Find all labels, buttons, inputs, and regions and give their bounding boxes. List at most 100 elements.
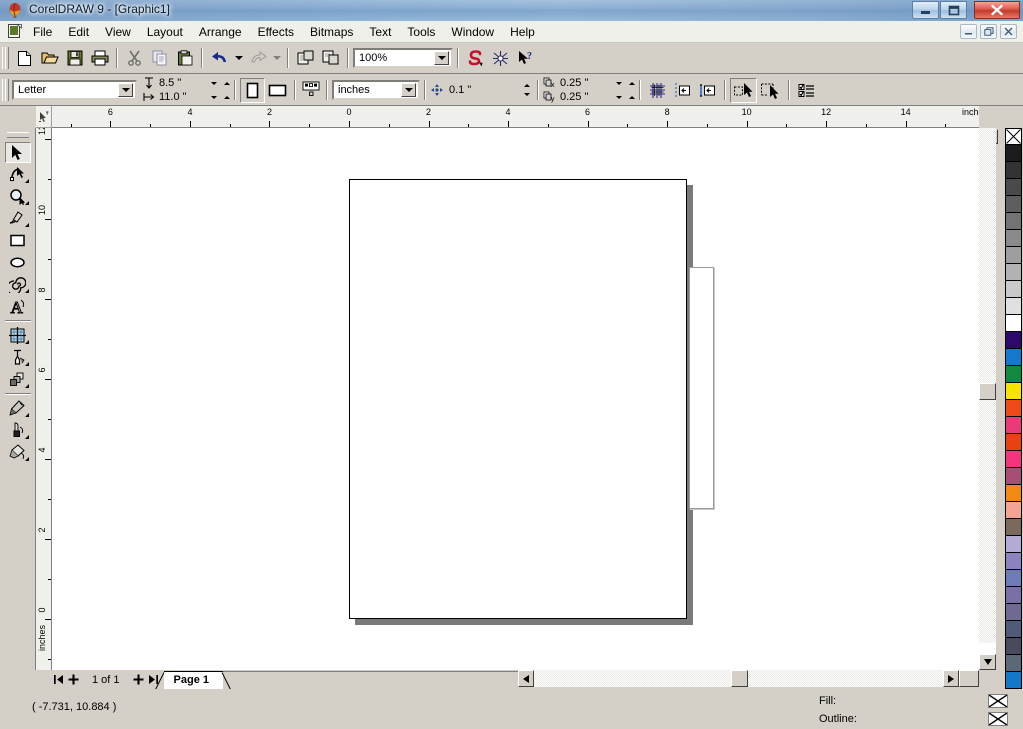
palette-swatch[interactable] — [1005, 638, 1022, 655]
shape-tool-flyout-arrow[interactable] — [24, 175, 29, 183]
eyedropper-tool[interactable] — [5, 347, 31, 368]
polygon-tool[interactable] — [5, 274, 31, 295]
units-combo[interactable]: inches — [332, 80, 420, 100]
undo-button[interactable] — [207, 46, 232, 71]
palette-swatch[interactable] — [1005, 179, 1022, 196]
snap-to-guidelines-icon[interactable] — [670, 78, 695, 103]
nudge-offset-value[interactable]: 0.1 " — [444, 84, 520, 96]
marquee-select-icon[interactable] — [757, 78, 784, 103]
pick-tool[interactable] — [4, 142, 31, 163]
redo-dropdown-button[interactable] — [270, 46, 283, 71]
palette-swatch[interactable] — [1005, 587, 1022, 604]
page-width-value[interactable]: 8.5 " — [155, 77, 211, 89]
toolbox-grip[interactable] — [6, 132, 29, 138]
vertical-scroll-thumb[interactable] — [979, 383, 996, 400]
rectangle-object[interactable] — [689, 267, 714, 509]
new-document-button[interactable] — [12, 46, 37, 71]
interactive-blend-flyout-arrow[interactable] — [24, 336, 29, 344]
palette-swatch[interactable] — [1005, 315, 1022, 332]
fill-tool-flyout-arrow[interactable] — [24, 431, 29, 439]
undo-dropdown-button[interactable] — [232, 46, 245, 71]
cut-button[interactable] — [122, 46, 147, 71]
window-minimize-button[interactable] — [912, 1, 939, 19]
palette-swatch[interactable] — [1005, 536, 1022, 553]
palette-swatch[interactable] — [1005, 434, 1022, 451]
menu-arrange[interactable]: Arrange — [191, 22, 250, 42]
page-height-up-arrow[interactable] — [224, 95, 230, 99]
mdi-minimize-icon[interactable] — [960, 24, 977, 39]
snap-to-objects-icon[interactable] — [695, 78, 720, 103]
menu-layout[interactable]: Layout — [139, 22, 191, 42]
corel-application-launcher-icon[interactable] — [463, 46, 488, 71]
duplicate-y-down-arrow[interactable] — [616, 95, 622, 99]
palette-swatch[interactable] — [1005, 213, 1022, 230]
duplicate-x-down-arrow[interactable] — [616, 81, 622, 85]
window-maximize-button[interactable] — [940, 1, 967, 19]
interactive-extrude-flyout-arrow[interactable] — [24, 380, 29, 388]
menu-text[interactable]: Text — [361, 22, 399, 42]
menu-window[interactable]: Window — [443, 22, 502, 42]
no-color-x-icon[interactable] — [1005, 128, 1022, 145]
add-page-before-icon[interactable] — [66, 672, 80, 687]
duplicate-y-value[interactable]: 0.25 " — [556, 91, 616, 103]
palette-swatch[interactable] — [1005, 196, 1022, 213]
drawing-canvas[interactable] — [52, 128, 979, 670]
whats-this-help-icon[interactable]: ? — [513, 46, 538, 71]
palette-swatch[interactable] — [1005, 553, 1022, 570]
vertical-ruler[interactable]: 0 2 4 6 8 10 12 inches — [36, 128, 52, 670]
palette-swatch[interactable] — [1005, 417, 1022, 434]
shape-tool[interactable] — [5, 164, 31, 185]
palette-swatch[interactable] — [1005, 230, 1022, 247]
menu-tools[interactable]: Tools — [399, 22, 443, 42]
palette-swatch[interactable] — [1005, 519, 1022, 536]
palette-swatch[interactable] — [1005, 621, 1022, 638]
zoom-level-combo[interactable]: 100% — [353, 48, 453, 68]
menu-bitmaps[interactable]: Bitmaps — [302, 22, 361, 42]
rectangle-tool[interactable] — [5, 230, 31, 251]
eyedropper-tool-flyout-arrow[interactable] — [24, 358, 29, 366]
palette-swatch[interactable] — [1005, 451, 1022, 468]
palette-swatch[interactable] — [1005, 264, 1022, 281]
interactive-fill-flyout-arrow[interactable] — [24, 453, 29, 461]
palette-swatch[interactable] — [1005, 383, 1022, 400]
portrait-orientation-icon[interactable] — [240, 77, 265, 103]
freehand-tool-flyout-arrow[interactable] — [24, 219, 29, 227]
mdi-restore-icon[interactable] — [980, 24, 997, 39]
horizontal-ruler[interactable]: 6420246810121416inches — [52, 106, 979, 128]
outline-tool-flyout-arrow[interactable] — [24, 409, 29, 417]
copy-button[interactable] — [147, 46, 172, 71]
palette-swatch[interactable] — [1005, 366, 1022, 383]
page-tab-strip-empty[interactable] — [222, 671, 518, 688]
ruler-origin-icon[interactable] — [36, 106, 52, 128]
interactive-extrude-tool[interactable] — [5, 369, 31, 390]
horizontal-scroll-spare-button[interactable] — [959, 670, 979, 687]
window-close-button[interactable] — [974, 1, 1020, 19]
drawing-page[interactable] — [349, 179, 715, 619]
page-tab-page-1[interactable]: Page 1 — [154, 670, 231, 690]
horizontal-scroll-thumb[interactable] — [731, 670, 748, 687]
palette-swatch[interactable] — [1005, 502, 1022, 519]
vertical-scroll-down-button[interactable] — [979, 654, 996, 670]
paste-button[interactable] — [172, 46, 197, 71]
no-fill-x-icon[interactable] — [988, 694, 1008, 708]
zoom-tool[interactable] — [5, 186, 31, 207]
palette-swatch[interactable] — [1005, 672, 1022, 689]
treat-as-filled-icon[interactable] — [730, 77, 757, 103]
palette-swatch[interactable] — [1005, 145, 1022, 162]
toolbar-grip-2[interactable] — [5, 47, 9, 69]
landscape-orientation-icon[interactable] — [265, 78, 290, 103]
page-width-up-arrow[interactable] — [224, 81, 230, 85]
palette-swatch[interactable] — [1005, 400, 1022, 417]
menu-edit[interactable]: Edit — [60, 22, 97, 42]
text-tool[interactable]: A — [5, 296, 31, 317]
nudge-offset-spinner[interactable] — [520, 81, 533, 99]
palette-swatch[interactable] — [1005, 485, 1022, 502]
import-button[interactable] — [293, 46, 318, 71]
menu-effects[interactable]: Effects — [250, 22, 302, 42]
zoom-level-dropdown-arrow[interactable] — [434, 51, 449, 65]
page-setup-icon[interactable] — [300, 78, 322, 103]
fill-tool[interactable] — [5, 420, 31, 441]
palette-swatch[interactable] — [1005, 247, 1022, 264]
palette-swatch[interactable] — [1005, 468, 1022, 485]
paper-type-dropdown-arrow[interactable] — [118, 83, 133, 97]
